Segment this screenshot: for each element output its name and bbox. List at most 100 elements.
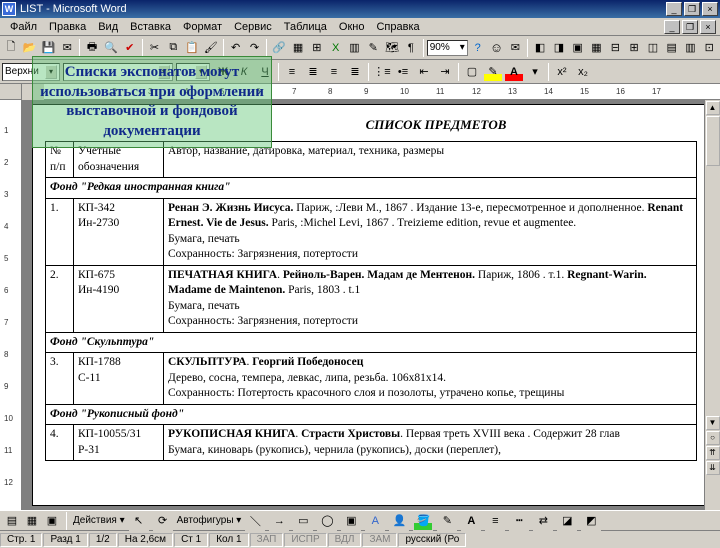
view-layout-icon[interactable]: ▦ (24, 513, 40, 529)
menu-table[interactable]: Таблица (278, 20, 333, 34)
arrow-icon[interactable]: → (269, 511, 289, 531)
columns-icon[interactable]: ▥ (346, 38, 364, 58)
3d-icon[interactable]: ◩ (581, 511, 601, 531)
outdent-icon[interactable]: ⇤ (414, 62, 434, 82)
menu-file[interactable]: Файл (4, 20, 43, 34)
show-marks-icon[interactable]: ¶ (402, 38, 420, 58)
smiley-icon[interactable]: ☺ (488, 38, 506, 58)
font-color-icon[interactable]: A (504, 62, 524, 82)
align-center-icon[interactable]: ≣ (303, 62, 323, 82)
tool-f-icon[interactable]: ⊞ (625, 38, 643, 58)
document-area: 123456789101112 СПИСОК ПРЕДМЕТОВ № п/п У… (0, 100, 720, 510)
borders-icon[interactable]: ▢ (462, 62, 482, 82)
vertical-ruler[interactable]: 123456789101112 (0, 100, 22, 510)
menu-help[interactable]: Справка (370, 20, 425, 34)
tool-b-icon[interactable]: ◨ (550, 38, 568, 58)
select-arrow-icon[interactable]: ↖ (129, 511, 149, 531)
menu-tools[interactable]: Сервис (228, 20, 278, 34)
save-icon[interactable]: 💾 (40, 38, 58, 58)
line-icon[interactable]: ＼ (245, 511, 265, 531)
format-painter-icon[interactable]: 🖌 (202, 38, 220, 58)
align-left-icon[interactable]: ≡ (282, 62, 302, 82)
cut-icon[interactable]: ✂ (146, 38, 164, 58)
rect-icon[interactable]: ▭ (293, 511, 313, 531)
highlight-icon[interactable]: ✎ (483, 62, 503, 82)
draw-actions-menu[interactable]: Действия ▾ (73, 515, 125, 526)
doc-restore-button[interactable]: ❐ (682, 20, 698, 34)
restore-button[interactable]: ❐ (684, 2, 700, 16)
tool-h-icon[interactable]: ▤ (663, 38, 681, 58)
spellcheck-icon[interactable]: ✔ (121, 38, 139, 58)
undo-icon[interactable]: ↶ (227, 38, 245, 58)
font-fill-icon[interactable]: A (461, 511, 481, 531)
new-doc-icon[interactable]: 🗋 (2, 38, 20, 58)
justify-icon[interactable]: ≣ (345, 62, 365, 82)
bullets-icon[interactable]: •≡ (393, 62, 413, 82)
mail-icon[interactable]: ✉ (58, 38, 76, 58)
fill-color-icon[interactable]: 🪣 (413, 511, 433, 531)
clipart-icon[interactable]: 👤 (389, 511, 409, 531)
fond-row: Фонд "Скульптура" (46, 332, 697, 353)
line-color-icon[interactable]: ✎ (437, 511, 457, 531)
dash-style-icon[interactable]: ┅ (509, 511, 529, 531)
arrow-style-icon[interactable]: ⇄ (533, 511, 553, 531)
vertical-scrollbar[interactable]: ▲ ▼ ○ ⇈ ⇊ (704, 100, 720, 510)
insert-table-icon[interactable]: ⊞ (308, 38, 326, 58)
close-button[interactable]: × (702, 2, 718, 16)
numbering-icon[interactable]: ⋮≡ (372, 62, 392, 82)
tables-borders-icon[interactable]: ▦ (289, 38, 307, 58)
align-right-icon[interactable]: ≡ (324, 62, 344, 82)
table-row: 3. КП-1788 С-11 СКУЛЬПТУРА. Георгий Побе… (46, 353, 697, 405)
menu-window[interactable]: Окно (333, 20, 371, 34)
excel-icon[interactable]: X (327, 38, 345, 58)
copy-icon[interactable]: ⧉ (164, 38, 182, 58)
drawing-icon[interactable]: ✎ (364, 38, 382, 58)
envelope-icon[interactable]: ✉ (506, 38, 524, 58)
hyperlink-icon[interactable]: 🔗 (270, 38, 288, 58)
doc-minimize-button[interactable]: _ (664, 20, 680, 34)
tool-c-icon[interactable]: ▣ (569, 38, 587, 58)
help-icon[interactable]: ? (469, 38, 487, 58)
tool-d-icon[interactable]: ▦ (588, 38, 606, 58)
scroll-down-icon[interactable]: ▼ (706, 416, 720, 430)
open-icon[interactable]: 📂 (21, 38, 39, 58)
view-normal-icon[interactable]: ▤ (4, 513, 20, 529)
minimize-button[interactable]: _ (666, 2, 682, 16)
tool-a-icon[interactable]: ◧ (531, 38, 549, 58)
indent-icon[interactable]: ⇥ (435, 62, 455, 82)
preview-icon[interactable]: 🔍 (102, 38, 120, 58)
menu-edit[interactable]: Правка (43, 20, 92, 34)
textbox-icon[interactable]: ▣ (341, 511, 361, 531)
scroll-thumb[interactable] (706, 116, 720, 166)
wordart-icon[interactable]: A (365, 511, 385, 531)
menu-format[interactable]: Формат (177, 20, 228, 34)
menu-view[interactable]: Вид (92, 20, 124, 34)
paste-icon[interactable]: 📋 (183, 38, 201, 58)
doc-close-button[interactable]: × (700, 20, 716, 34)
prev-page-icon[interactable]: ⇈ (706, 446, 720, 460)
print-icon[interactable]: 🖶 (83, 38, 101, 58)
overlay-note: Списки экспонатов могут использоваться п… (32, 56, 272, 148)
redo-icon[interactable]: ↷ (246, 38, 264, 58)
tool-i-icon[interactable]: ▥ (682, 38, 700, 58)
chevron-down-icon[interactable]: ▾ (525, 62, 545, 82)
superscript-icon[interactable]: x² (552, 62, 572, 82)
shadow-icon[interactable]: ◪ (557, 511, 577, 531)
tool-g-icon[interactable]: ◫ (644, 38, 662, 58)
tool-j-icon[interactable]: ⊡ (700, 38, 718, 58)
zoom-combo[interactable]: 90%▾ (427, 40, 468, 56)
tool-e-icon[interactable]: ⊟ (606, 38, 624, 58)
table-row: 2. КП-675 Ин-4190 ПЕЧАТНАЯ КНИГА. Рейнол… (46, 265, 697, 332)
view-outline-icon[interactable]: ▣ (44, 513, 60, 529)
docmap-icon[interactable]: 🗺 (383, 38, 401, 58)
next-page-icon[interactable]: ⇊ (706, 461, 720, 475)
rotate-icon[interactable]: ⟳ (153, 511, 173, 531)
browse-object-icon[interactable]: ○ (706, 431, 720, 445)
oval-icon[interactable]: ◯ (317, 511, 337, 531)
autoshapes-menu[interactable]: Автофигуры ▾ (177, 515, 242, 526)
menu-insert[interactable]: Вставка (124, 20, 177, 34)
subscript-icon[interactable]: x₂ (573, 62, 593, 82)
document-page[interactable]: СПИСОК ПРЕДМЕТОВ № п/п Учетные обозначен… (32, 104, 710, 506)
scroll-up-icon[interactable]: ▲ (706, 101, 720, 115)
line-style-icon[interactable]: ≡ (485, 511, 505, 531)
